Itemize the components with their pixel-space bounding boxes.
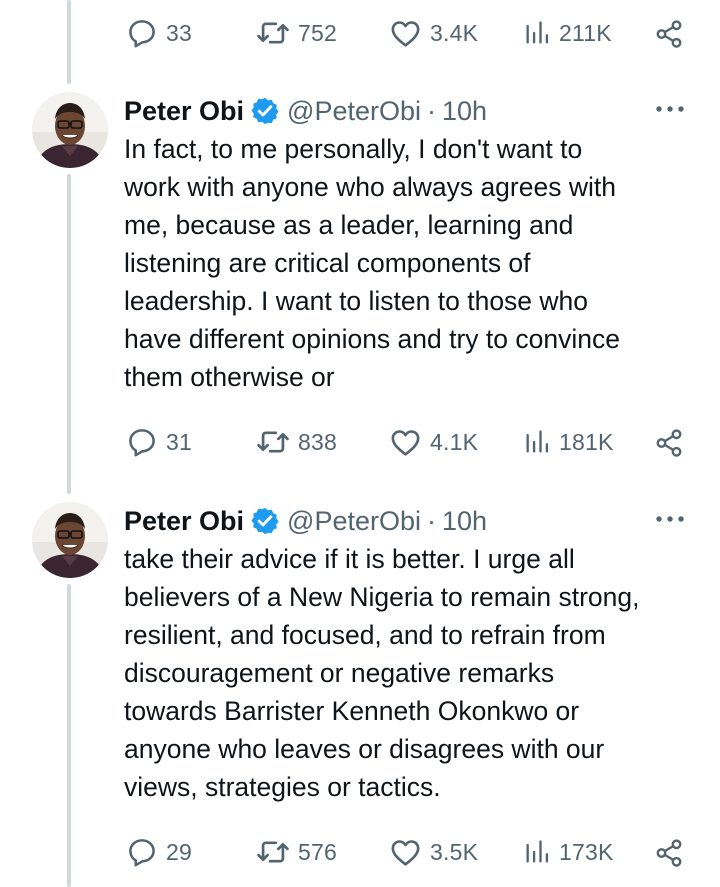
action-bar: 31 838 4.1K 181K [0, 422, 720, 462]
repost-button[interactable]: 752 [256, 13, 337, 53]
tweet-text-line: anyone who leaves or disagrees with our [124, 734, 605, 764]
timestamp[interactable]: 10h [442, 506, 487, 537]
tweet-text-line: me, because as a leader, learning and [124, 210, 574, 240]
tweet-text-line: towards Barrister Kenneth Okonkwo or [124, 696, 580, 726]
author-handle[interactable]: @PeterObi [287, 96, 421, 127]
tweet-text-line: views, strategies or tactics. [124, 772, 441, 802]
reply-count: 29 [166, 838, 192, 865]
views-count: 173K [559, 838, 614, 865]
repost-count: 576 [298, 838, 337, 865]
repost-count: 752 [298, 19, 337, 46]
tweet-text-line: have different opinions and try to convi… [124, 324, 620, 354]
like-count: 3.5K [430, 838, 479, 865]
reply-bubble-icon [126, 836, 158, 868]
views-button[interactable]: 173K [523, 832, 614, 872]
tweet-text: take their advice if it is better. I urg… [124, 540, 704, 806]
separator-dot: · [427, 505, 437, 536]
reply-count: 33 [166, 19, 192, 46]
reply-bubble-icon [126, 17, 158, 49]
author-name[interactable]: Peter Obi [124, 96, 244, 127]
like-button[interactable]: 3.5K [389, 832, 478, 872]
tweet: Peter Obi @PeterObi · 10h take their adv… [0, 502, 720, 887]
analytics-bars-icon [523, 838, 551, 866]
repost-arrows-icon [256, 16, 290, 50]
views-count: 211K [559, 19, 612, 46]
reply-button[interactable]: 29 [126, 832, 192, 872]
like-count: 3.4K [430, 19, 479, 46]
tweet-text-line: listening are critical components of [124, 248, 531, 278]
tweet-text-line: In fact, to me personally, I don't want … [124, 134, 583, 164]
tweet-text-line: leadership. I want to listen to those wh… [124, 286, 589, 316]
repost-button[interactable]: 576 [256, 832, 337, 872]
tweet-header: Peter Obi @PeterObi · 10h [124, 94, 487, 128]
action-bar: 29 576 3.5K 173K [0, 832, 720, 872]
views-button[interactable]: 181K [523, 422, 614, 462]
tweet-text-line: discouragement or negative remarks [124, 658, 555, 688]
action-bar-top: 33 752 3.4K 211K [0, 13, 720, 53]
like-button[interactable]: 4.1K [389, 422, 478, 462]
repost-button[interactable]: 838 [256, 422, 337, 462]
like-count: 4.1K [430, 428, 479, 455]
share-icon[interactable] [654, 838, 684, 868]
repost-arrows-icon [256, 835, 290, 869]
repost-count: 838 [298, 428, 337, 455]
like-button[interactable]: 3.4K [389, 13, 478, 53]
repost-arrows-icon [256, 425, 290, 459]
author-handle[interactable]: @PeterObi [287, 506, 421, 537]
heart-icon [389, 17, 422, 50]
author-name[interactable]: Peter Obi [124, 506, 244, 537]
views-button[interactable]: 211K [523, 13, 612, 53]
views-count: 181K [559, 428, 614, 455]
separator-dot: · [427, 95, 437, 126]
tweet-text-line: resilient, and focused, and to refrain f… [124, 620, 606, 650]
tweet-text-line: believers of a New Nigeria to remain str… [124, 582, 640, 612]
tweet-text: In fact, to me personally, I don't want … [124, 130, 704, 396]
verified-badge-icon[interactable] [250, 506, 280, 536]
avatar[interactable] [32, 92, 108, 168]
tweet: Peter Obi @PeterObi · 10h In fact, to me… [0, 92, 720, 492]
reply-bubble-icon [126, 426, 158, 458]
tweet-header: Peter Obi @PeterObi · 10h [124, 504, 487, 538]
analytics-bars-icon [523, 428, 551, 456]
reply-button[interactable]: 33 [126, 13, 192, 53]
analytics-bars-icon [523, 19, 551, 47]
tweet-text-line: work with anyone who always agrees with [124, 172, 616, 202]
timestamp[interactable]: 10h [442, 96, 487, 127]
share-icon[interactable] [654, 428, 684, 458]
tweet-text-line: take their advice if it is better. I urg… [124, 544, 575, 574]
avatar[interactable] [32, 502, 108, 578]
more-dots-icon[interactable] [654, 508, 686, 530]
verified-badge-icon[interactable] [250, 96, 280, 126]
tweet-text-line: them otherwise or [124, 362, 335, 392]
heart-icon [389, 836, 422, 869]
reply-count: 31 [166, 428, 192, 455]
heart-icon [389, 426, 422, 459]
reply-button[interactable]: 31 [126, 422, 192, 462]
more-dots-icon[interactable] [654, 98, 686, 120]
share-icon[interactable] [654, 19, 684, 49]
